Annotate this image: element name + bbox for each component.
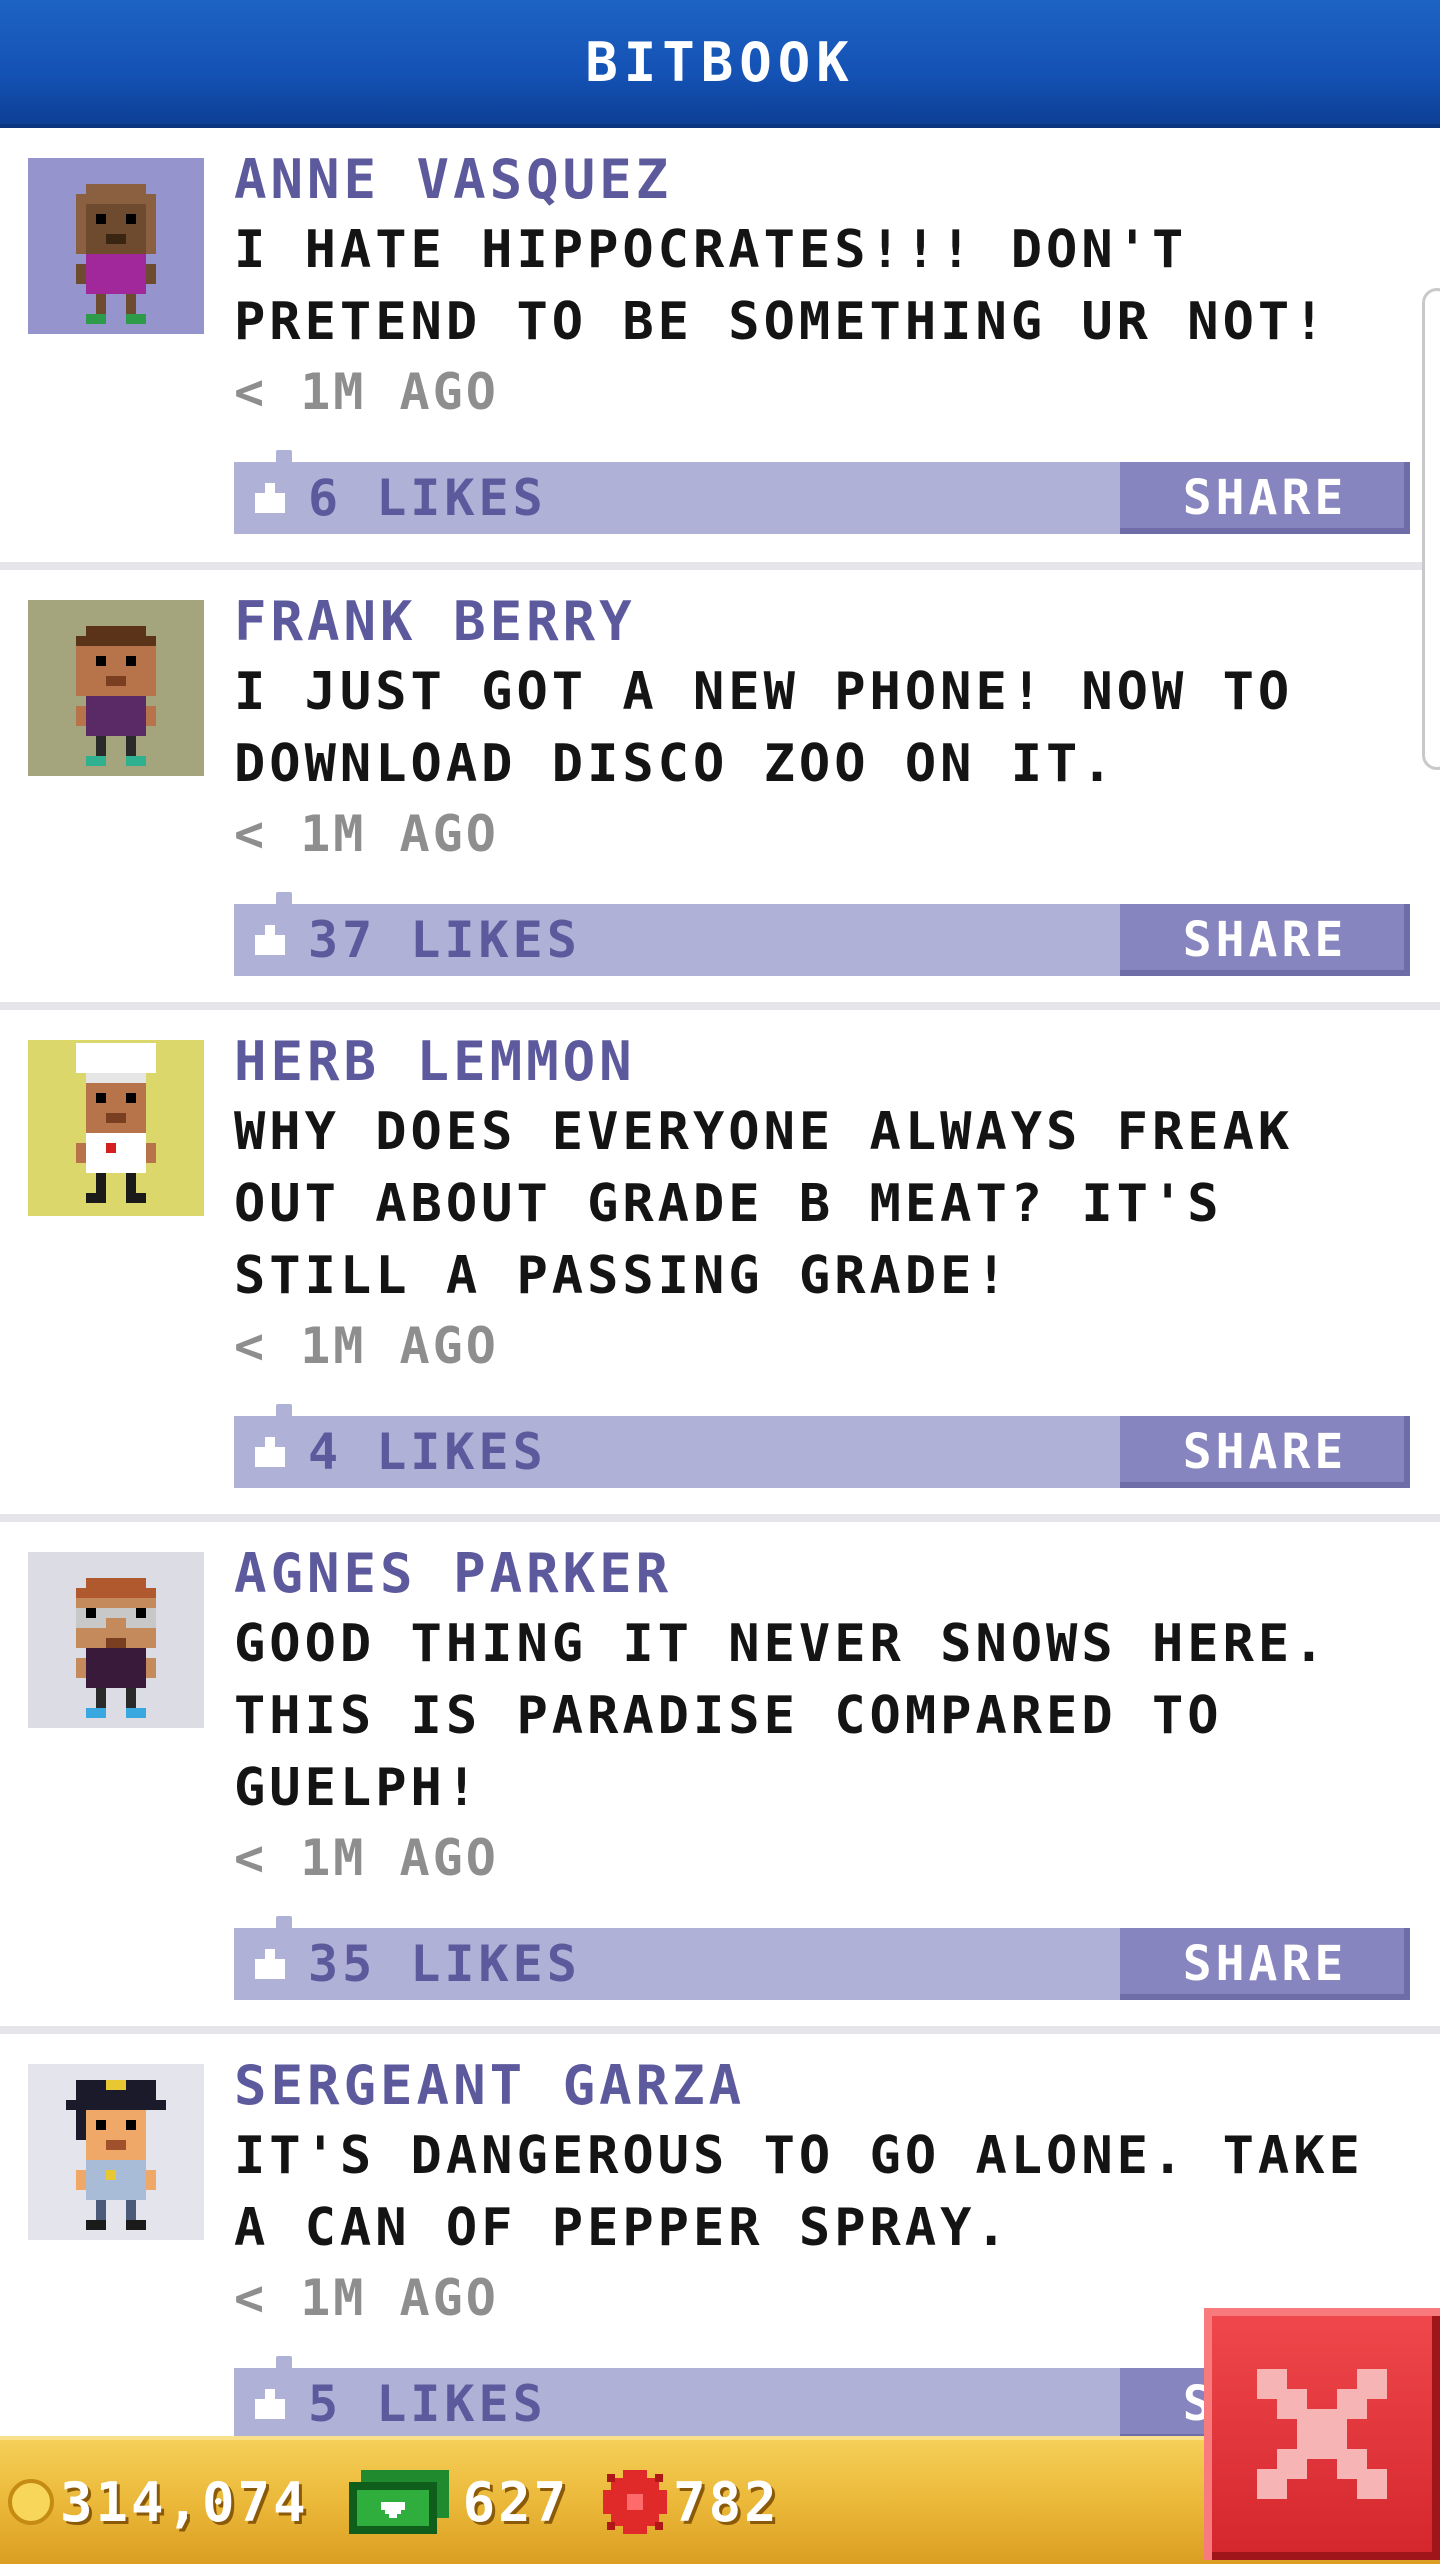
app-header: BITBOOK	[0, 0, 1440, 128]
like-button[interactable]: 4 LIKES	[234, 1416, 547, 1488]
thumbs-up-icon	[255, 483, 285, 513]
gem-icon	[603, 2470, 668, 2534]
coin-icon	[8, 2479, 54, 2525]
feed[interactable]: ANNE VASQUEZ I HATE HIPPOCRATES!!! DON'T…	[0, 128, 1440, 2534]
post-card: FRANK BERRY I JUST GOT A NEW PHONE! NOW …	[0, 570, 1440, 1010]
close-x-icon	[1257, 2369, 1387, 2499]
post-author[interactable]: SERGEANT GARZA	[234, 2052, 1428, 2120]
post-author[interactable]: HERB LEMMON	[234, 1028, 1428, 1096]
post-author[interactable]: FRANK BERRY	[234, 588, 1428, 656]
post-action-bar: 4 LIKES SHARE	[234, 1404, 1410, 1488]
post-card: AGNES PARKER GOOD THING IT NEVER SNOWS H…	[0, 1522, 1440, 2034]
gem-count: 782	[673, 2470, 780, 2534]
post-text: GOOD THING IT NEVER SNOWS HERE. THIS IS …	[234, 1614, 1329, 1818]
thumbs-up-icon	[255, 2389, 285, 2419]
avatar[interactable]	[28, 2064, 204, 2240]
post-text: IT'S DANGEROUS TO GO ALONE. TAKE A CAN O…	[234, 2126, 1364, 2258]
scroll-handle[interactable]	[1422, 288, 1440, 770]
gem-counter: 782	[577, 2470, 780, 2534]
likes-count: 37 LIKES	[308, 911, 581, 969]
avatar[interactable]	[28, 1552, 204, 1728]
bar-notch	[276, 450, 292, 462]
bar-notch	[276, 1916, 292, 1928]
like-button[interactable]: 35 LIKES	[234, 1928, 581, 2000]
post-action-bar: 37 LIKES SHARE	[234, 892, 1410, 976]
share-button[interactable]: SHARE	[1120, 462, 1410, 534]
likes-count: 6 LIKES	[308, 469, 547, 527]
post-author[interactable]: AGNES PARKER	[234, 1540, 1428, 1608]
post-action-bar: 35 LIKES SHARE	[234, 1916, 1410, 2000]
likes-count: 5 LIKES	[308, 2375, 547, 2433]
post-timestamp: < 1M AGO	[234, 363, 499, 421]
post-text: I HATE HIPPOCRATES!!! DON'T PRETEND TO B…	[234, 220, 1329, 352]
avatar[interactable]	[28, 158, 204, 334]
bar-notch	[276, 1404, 292, 1416]
post-text: I JUST GOT A NEW PHONE! NOW TO DOWNLOAD …	[234, 662, 1294, 794]
post-timestamp: < 1M AGO	[234, 805, 499, 863]
post-timestamp: < 1M AGO	[234, 1829, 499, 1887]
share-button[interactable]: SHARE	[1120, 1928, 1410, 2000]
close-button[interactable]	[1204, 2308, 1440, 2560]
likes-count: 4 LIKES	[308, 1423, 547, 1481]
post-author[interactable]: ANNE VASQUEZ	[234, 146, 1428, 214]
thumbs-up-icon	[255, 925, 285, 955]
post-timestamp: < 1M AGO	[234, 1317, 499, 1375]
avatar[interactable]	[28, 600, 204, 776]
cash-counter: 627	[317, 2470, 570, 2534]
post-action-bar: 6 LIKES SHARE	[234, 450, 1410, 534]
like-button[interactable]: 6 LIKES	[234, 462, 547, 534]
post-card: ANNE VASQUEZ I HATE HIPPOCRATES!!! DON'T…	[0, 128, 1440, 570]
post-text: WHY DOES EVERYONE ALWAYS FREAK OUT ABOUT…	[234, 1102, 1294, 1306]
bar-notch	[276, 2356, 292, 2368]
coin-count: 314,074	[60, 2470, 309, 2534]
like-button[interactable]: 5 LIKES	[234, 2368, 547, 2440]
coin-counter: 314,074	[8, 2471, 309, 2534]
post-card: HERB LEMMON WHY DOES EVERYONE ALWAYS FRE…	[0, 1010, 1440, 1522]
bar-notch	[276, 892, 292, 904]
like-button[interactable]: 37 LIKES	[234, 904, 581, 976]
likes-count: 35 LIKES	[308, 1935, 581, 1993]
share-button[interactable]: SHARE	[1120, 904, 1410, 976]
page-title: BITBOOK	[585, 30, 855, 94]
cash-icon	[348, 2470, 449, 2534]
thumbs-up-icon	[255, 1949, 285, 1979]
cash-count: 627	[462, 2470, 570, 2534]
thumbs-up-icon	[255, 1437, 285, 1467]
avatar[interactable]	[28, 1040, 204, 1216]
share-button[interactable]: SHARE	[1120, 1416, 1410, 1488]
